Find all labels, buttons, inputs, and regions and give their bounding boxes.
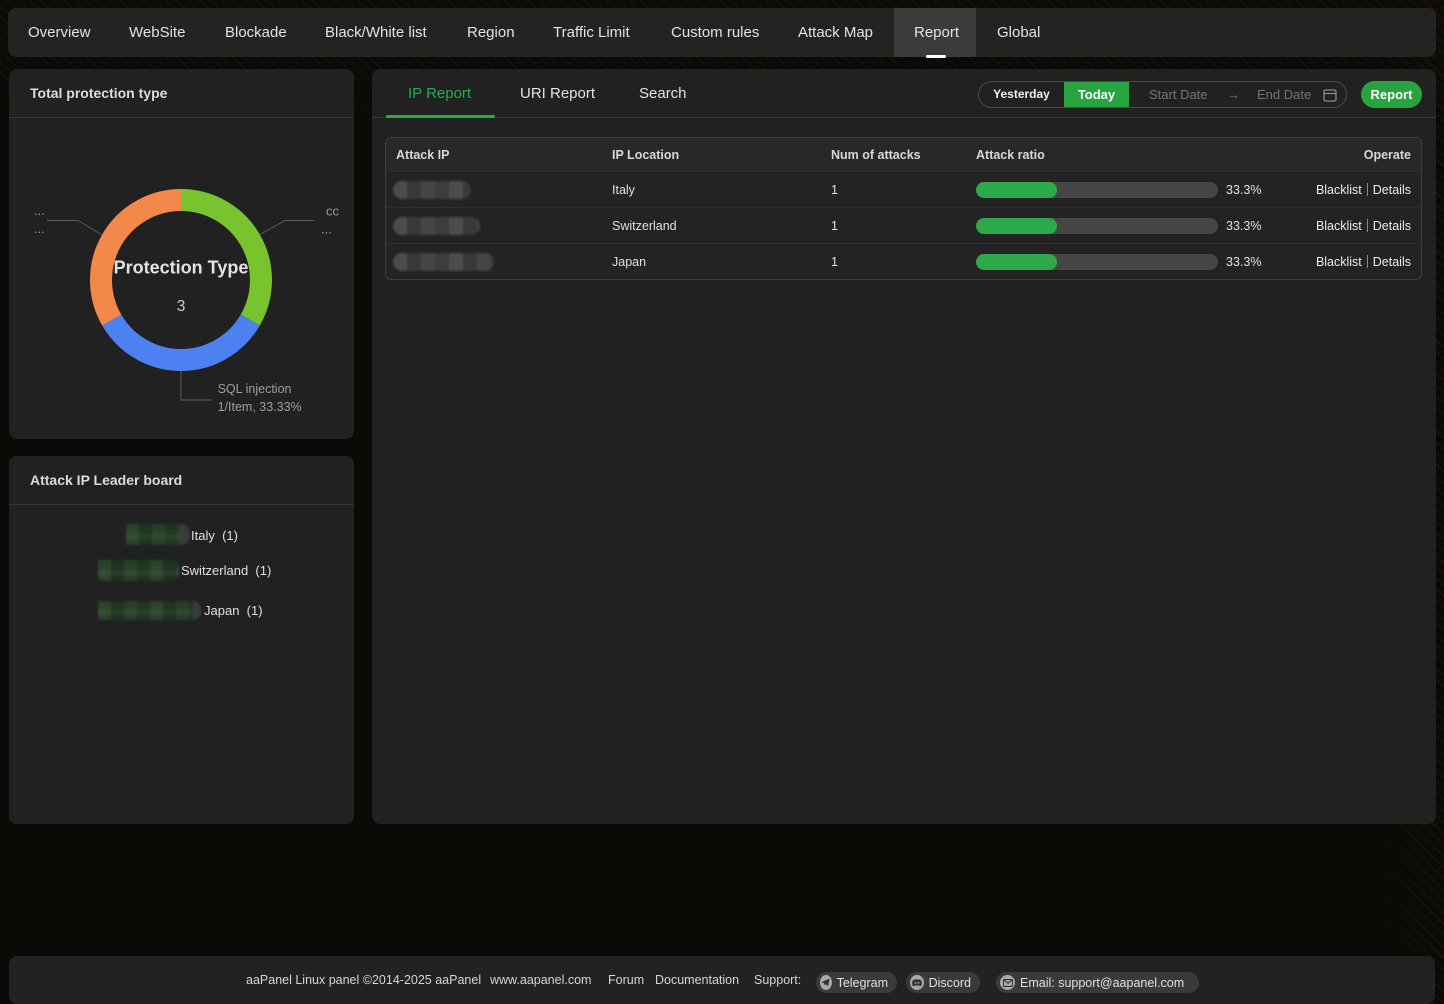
svg-text:...: ...	[34, 221, 45, 236]
svg-text:...: ...	[34, 203, 45, 218]
svg-text:...: ...	[321, 222, 332, 237]
svg-text:SQL injection: SQL injection	[218, 382, 292, 396]
svg-text:3: 3	[177, 298, 186, 315]
svg-text:Protection Type: Protection Type	[114, 258, 249, 278]
svg-text:1/Item, 33.33%: 1/Item, 33.33%	[218, 400, 302, 414]
svg-text:cc: cc	[326, 204, 340, 219]
